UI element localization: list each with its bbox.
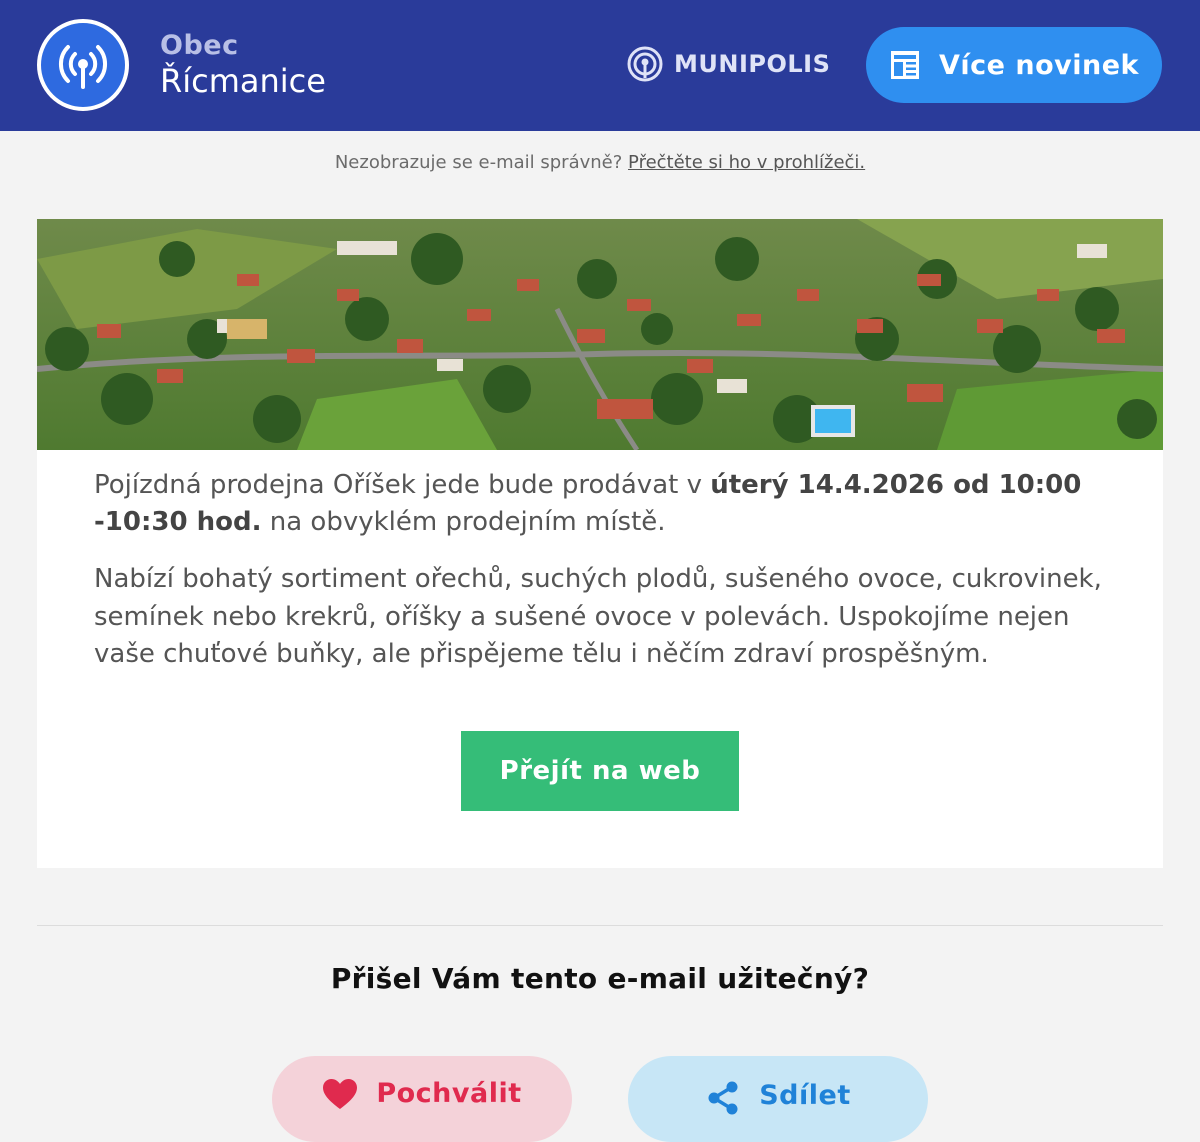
- munipolis-brand-name: MUNIPOLIS: [674, 50, 831, 78]
- article-p1-before: Pojízdná prodejna Oříšek jede bude prodá…: [94, 470, 702, 500]
- browser-view-text: Nezobrazuje se e-mail správně?: [334, 152, 623, 173]
- go-to-web-button[interactable]: Přejít na web: [461, 731, 739, 811]
- share-icon: [708, 1081, 738, 1115]
- article-paragraph-2: Nabízí bohatý sortiment ořechů, suchých …: [94, 564, 1102, 669]
- header-bar: Obec Řícmanice MUNIPOLIS Více novinek: [0, 0, 1200, 131]
- article-card: Pojízdná prodejna Oříšek jede bude prodá…: [37, 219, 1163, 868]
- browser-view-notice: Nezobrazuje se e-mail správně? Přečtěte …: [0, 152, 1200, 173]
- praise-label: Pochválit: [376, 1078, 522, 1109]
- article-paragraph-1: Pojízdná prodejna Oříšek jede bude prodá…: [94, 467, 1114, 541]
- aerial-village-photo: [37, 219, 1163, 450]
- divider: [37, 925, 1163, 926]
- radio-broadcast-icon[interactable]: [37, 19, 129, 111]
- heart-icon: [323, 1079, 358, 1109]
- munipolis-brand[interactable]: MUNIPOLIS: [626, 44, 830, 84]
- more-news-button[interactable]: Více novinek: [866, 27, 1162, 103]
- more-news-label: Více novinek: [939, 49, 1139, 81]
- feedback-question: Přišel Vám tento e-mail užitečný?: [330, 962, 870, 995]
- share-label: Sdílet: [759, 1080, 851, 1111]
- newspaper-icon: [891, 51, 919, 79]
- praise-button[interactable]: Pochválit: [272, 1056, 572, 1142]
- article-p1-after: na obvyklém prodejním místě.: [269, 507, 666, 537]
- browser-view-link[interactable]: Přečtěte si ho v prohlížeči.: [628, 152, 865, 173]
- munipolis-logo-icon: [627, 46, 663, 82]
- share-button[interactable]: Sdílet: [628, 1056, 928, 1142]
- town-name: Řícmanice: [160, 62, 326, 100]
- obec-label: Obec: [160, 30, 239, 61]
